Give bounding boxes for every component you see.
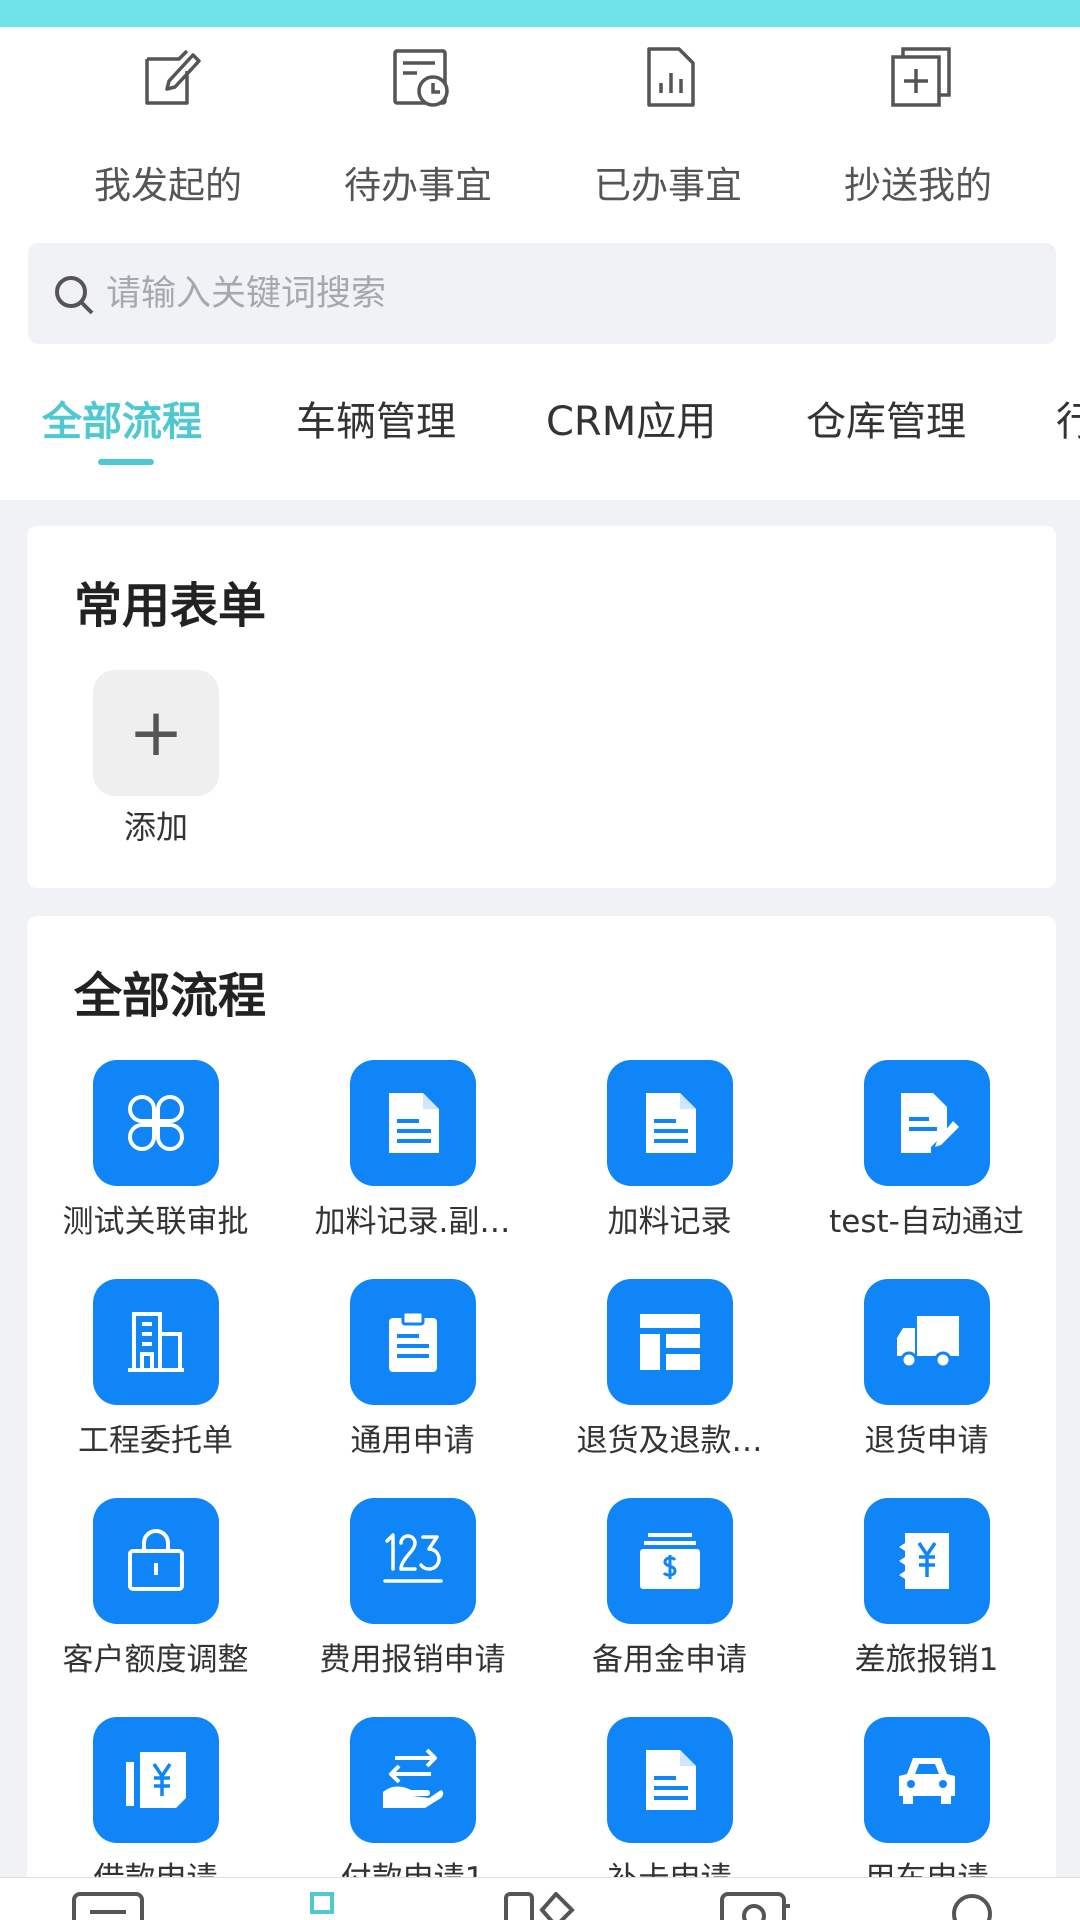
transfer-hand-icon [383,1748,444,1808]
car-icon [899,1758,955,1804]
process-name: 通用申请 [350,1423,475,1459]
yen-ticket-icon [899,1533,949,1589]
add-favorite-label: 添加 [123,808,188,846]
process-tile [864,1498,990,1624]
process-tile [350,1060,476,1186]
process-item[interactable]: 退货及退款… [541,1279,798,1498]
process-item[interactable]: 加料记录 [541,1060,798,1279]
contacts-icon[interactable] [720,1892,792,1920]
shortcut-label: 已办事宜 [594,164,742,207]
profile-icon[interactable] [950,1892,994,1920]
process-tile [607,1060,733,1186]
process-tile [864,1279,990,1405]
process-name: 费用报销申请 [319,1642,506,1678]
process-tile [93,1279,219,1405]
process-tile [607,1498,733,1624]
shortcut-bar: 我发起的 待办事宜 已办事宜 抄送我的 [0,43,1080,213]
tab-crm-apps[interactable]: CRM应用 [546,382,716,492]
tab-indicator [98,459,154,465]
top-section: 我发起的 待办事宜 已办事宜 抄送我的 请输入关键词搜索 全部流程 车辆管理 C… [0,27,1080,500]
building-icon [128,1312,184,1372]
process-tile [607,1717,733,1843]
process-tile [864,1060,990,1186]
process-name: 退货及退款… [576,1423,763,1459]
process-name: 客户额度调整 [62,1642,249,1678]
process-name: 备用金申请 [592,1642,747,1678]
process-tile [864,1717,990,1843]
process-tile [350,1498,476,1624]
search-icon [55,276,94,315]
pending-clock-icon [393,49,449,107]
process-name: 差旅报销1 [854,1642,999,1678]
shortcut-pending[interactable]: 待办事宜 [293,43,543,213]
document-icon [389,1093,439,1153]
clover-apps-icon [128,1095,184,1151]
add-favorite-button[interactable]: + [93,670,219,796]
status-bar [0,0,1080,27]
lock-bag-icon [128,1529,184,1591]
favorites-title: 常用表单 [74,578,267,634]
process-item[interactable]: 通用申请 [284,1279,541,1498]
document-icon [646,1093,696,1153]
document-icon [646,1750,696,1810]
chart-document-icon [647,47,695,107]
process-name: 退货申请 [864,1423,989,1459]
category-tabs: 全部流程 车辆管理 CRM应用 仓库管理 行 [0,382,1080,492]
process-tile [93,1060,219,1186]
layout-table-icon [640,1314,700,1370]
process-name: 加料记录.副… [314,1204,511,1240]
message-icon[interactable] [72,1892,144,1920]
copy-add-icon [891,47,951,107]
cash-box-icon [640,1533,700,1589]
process-name: 加料记录 [607,1204,732,1240]
shortcut-label: 抄送我的 [844,164,992,207]
process-item[interactable]: 退货申请 [798,1279,1055,1498]
workbench-icon[interactable] [310,1892,334,1920]
favorites-card: 常用表单 + 添加 [27,526,1056,888]
tab-vehicle-management[interactable]: 车辆管理 [296,382,456,492]
plus-icon: + [128,694,184,771]
edit-document-icon [145,49,201,105]
all-processes-card: 全部流程 测试关联审批 加料记录.副… 加料记录 test-自动通过 工程委托单… [27,916,1056,1920]
all-processes-title: 全部流程 [74,968,267,1024]
shortcut-label: 待办事宜 [344,164,492,207]
truck-icon [897,1316,959,1369]
process-name: test-自动通过 [829,1204,1024,1240]
process-tile [350,1717,476,1843]
tab-more[interactable]: 行 [1056,382,1080,492]
shortcut-initiated[interactable]: 我发起的 [43,43,293,213]
process-tile [93,1498,219,1624]
clipboard-icon [389,1310,437,1372]
process-item[interactable]: 工程委托单 [27,1279,284,1498]
process-item[interactable]: test-自动通过 [798,1060,1055,1279]
process-tile [93,1717,219,1843]
process-tile [350,1279,476,1405]
process-item[interactable]: 费用报销申请 [284,1498,541,1717]
tab-all-processes[interactable]: 全部流程 [42,382,202,492]
numbers-123-icon [383,1533,443,1583]
shortcut-done[interactable]: 已办事宜 [543,43,793,213]
shortcut-label: 我发起的 [94,164,242,207]
shortcut-cc[interactable]: 抄送我的 [793,43,1043,213]
document-edit-icon [901,1093,959,1153]
process-name: 工程委托单 [78,1423,233,1459]
tab-warehouse-management[interactable]: 仓库管理 [806,382,966,492]
bottom-nav [0,1877,1080,1920]
search-input[interactable] [106,243,1036,344]
search-bar[interactable] [28,243,1056,344]
process-item[interactable]: 差旅报销1 [798,1498,1055,1717]
process-item[interactable]: 备用金申请 [541,1498,798,1717]
process-tile [607,1279,733,1405]
process-item[interactable]: 客户额度调整 [27,1498,284,1717]
yen-book-icon [126,1752,186,1808]
process-item[interactable]: 测试关联审批 [27,1060,284,1279]
process-name: 测试关联审批 [62,1204,249,1240]
apps-grid-icon[interactable] [504,1892,576,1920]
process-item[interactable]: 加料记录.副… [284,1060,541,1279]
